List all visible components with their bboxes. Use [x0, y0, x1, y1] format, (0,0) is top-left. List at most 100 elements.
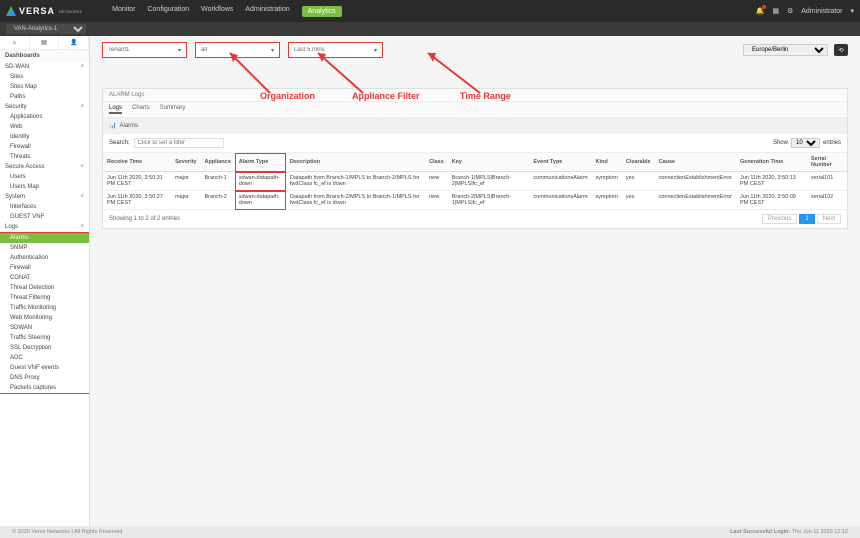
sidebar-item-dns-proxy[interactable]: DNS Proxy	[0, 373, 89, 383]
sidebar-item-snmp[interactable]: SNMP	[0, 243, 89, 253]
user-icon[interactable]: 👤	[59, 36, 89, 49]
search-row: Search: Show 10 entries	[103, 133, 847, 153]
timerange-dropdown-icon[interactable]: ▾	[371, 47, 380, 54]
topnav-workflows[interactable]: Workflows	[201, 6, 233, 17]
cell: Datapath from Branch-2/MPLS to Branch-1/…	[286, 191, 425, 210]
home-icon[interactable]: ⌂	[0, 36, 30, 49]
sidebar-item-web[interactable]: Web	[0, 122, 89, 132]
logs-label: Logs	[5, 224, 18, 230]
cell: major	[171, 172, 200, 191]
cell: communicationsAlarm	[529, 191, 591, 210]
sidebar-item-identity[interactable]: Identity	[0, 132, 89, 142]
sidebar-item-threat-filtering[interactable]: Threat Filtering	[0, 293, 89, 303]
topnav-monitor[interactable]: Monitor	[112, 6, 135, 17]
grid-icon[interactable]: ▦	[772, 7, 779, 15]
timezone-select[interactable]: Europe/Berlin	[743, 44, 828, 56]
col-receive-time[interactable]: Receive Time	[103, 153, 171, 172]
cell: new	[425, 172, 448, 191]
pager-next[interactable]: Next	[817, 214, 841, 224]
sidebar-item-alarms[interactable]: Alarms	[0, 233, 89, 243]
sidebar-item-firewall[interactable]: Firewall	[0, 263, 89, 273]
dashboards-title: Dashboards	[0, 50, 89, 62]
sidebar-item-packets-captures[interactable]: Packets captures	[0, 383, 89, 393]
user-chevron-icon[interactable]: ▾	[850, 7, 854, 15]
refresh-button[interactable]: ⟲	[834, 44, 848, 56]
cell: communicationsAlarm	[529, 172, 591, 191]
sidebar-group-sd-wan[interactable]: SD-WAN˅	[0, 62, 89, 72]
col-event-type[interactable]: Event Type	[529, 153, 591, 172]
sidebar-item-threats[interactable]: Threats	[0, 152, 89, 162]
sidebar-item-threat-detection[interactable]: Threat Detection	[0, 283, 89, 293]
sidebar-item-sites[interactable]: Sites	[0, 72, 89, 82]
user-label[interactable]: Administrator	[801, 8, 842, 15]
pager-page[interactable]: 1	[799, 214, 814, 224]
col-class[interactable]: Class	[425, 153, 448, 172]
tab-summary[interactable]: Summary	[160, 105, 186, 114]
topnav-configuration[interactable]: Configuration	[147, 6, 189, 17]
tenant-select[interactable]: VAN-Analytics-1	[6, 24, 86, 34]
org-filter[interactable]: ▾	[102, 42, 187, 58]
sidebar-item-sdwan[interactable]: SDWAN	[0, 323, 89, 333]
sidebar-item-users[interactable]: Users	[0, 172, 89, 182]
col-cause[interactable]: Cause	[655, 153, 736, 172]
sidebar-item-web-monitoring[interactable]: Web Monitoring	[0, 313, 89, 323]
cell: Jun 11th 2020, 3:50:27 PM CEST	[103, 191, 171, 210]
sidebar-item-interfaces[interactable]: Interfaces	[0, 202, 89, 212]
table-row[interactable]: Jun 11th 2020, 3:50:27 PM CESTmajorBranc…	[103, 191, 847, 210]
sidebar-icon-row: ⌂ ▤ 👤	[0, 36, 89, 50]
col-kind[interactable]: Kind	[592, 153, 622, 172]
sidebar-item-firewall[interactable]: Firewall	[0, 142, 89, 152]
panel-subtitle: 📊 Alarms	[103, 118, 847, 133]
gear-icon[interactable]: ⚙	[787, 7, 793, 15]
main: ▾ ▾ ▾ Europe/Berlin ⟲	[90, 36, 860, 526]
tab-logs[interactable]: Logs	[109, 105, 122, 114]
cell: major	[171, 191, 200, 210]
sidebar-item-traffic-monitoring[interactable]: Traffic Monitoring	[0, 303, 89, 313]
sidebar-item-traffic-steering[interactable]: Traffic Steering	[0, 333, 89, 343]
panel-tabs: Logs Charts Summary	[103, 102, 847, 118]
col-serial-number[interactable]: Serial Number	[807, 153, 847, 172]
chevron-down-icon: ˅	[80, 64, 84, 70]
org-dropdown-icon[interactable]: ▾	[175, 47, 184, 54]
topnav-administration[interactable]: Administration	[245, 6, 289, 17]
sidebar-group-security[interactable]: Security˅	[0, 102, 89, 112]
cell: yes	[622, 172, 655, 191]
cell: new	[425, 191, 448, 210]
sidebar-item-sites-map[interactable]: Sites Map	[0, 82, 89, 92]
sidebar-item-cgnat[interactable]: CGNAT	[0, 273, 89, 283]
col-appliance[interactable]: Appliance	[200, 153, 234, 172]
last-login-label: Last Successful Login:	[730, 529, 790, 535]
table-row[interactable]: Jun 11th 2020, 3:50:31 PM CESTmajorBranc…	[103, 172, 847, 191]
search-input[interactable]	[134, 138, 224, 148]
sidebar-item-guest-vnf[interactable]: GUEST VNF	[0, 212, 89, 222]
sidebar-item-applications[interactable]: Applications	[0, 112, 89, 122]
sidebar-item-guest-vnf-events[interactable]: Guest VNF events	[0, 363, 89, 373]
topnav-analytics[interactable]: Analytics	[302, 6, 342, 17]
cell: Branch-1|MPLS|Branch-2|MPLS|fc_ef	[448, 172, 530, 191]
sidebar-group-logs[interactable]: Logs ˅	[0, 222, 89, 233]
pager-prev[interactable]: Previous	[762, 214, 797, 224]
chevron-down-icon: ˅	[80, 104, 84, 110]
topbar: VERSA NETWORKS MonitorConfigurationWorkf…	[0, 0, 860, 22]
col-severity[interactable]: Severity	[171, 153, 200, 172]
sidebar-item-adc[interactable]: ADC	[0, 353, 89, 363]
sidebar-group-system[interactable]: System˅	[0, 192, 89, 202]
sidebar-item-authentication[interactable]: Authentication	[0, 253, 89, 263]
col-generation-time[interactable]: Generation Time	[736, 153, 807, 172]
alarms-table: Receive TimeSeverityApplianceAlarm TypeD…	[103, 153, 847, 210]
footer-count: Showing 1 to 2 of 2 entries	[109, 216, 180, 222]
org-input[interactable]	[105, 45, 175, 55]
col-alarm-type[interactable]: Alarm Type	[235, 153, 286, 172]
tab-charts[interactable]: Charts	[132, 105, 150, 114]
col-clearable[interactable]: Clearable	[622, 153, 655, 172]
bell-icon[interactable]: 🔔	[756, 7, 765, 15]
cell: serial101	[807, 172, 847, 191]
sidebar-item-paths[interactable]: Paths	[0, 92, 89, 102]
sidebar-group-secure-access[interactable]: Secure Access˅	[0, 162, 89, 172]
show-select[interactable]: 10	[791, 138, 820, 148]
chart-icon[interactable]: ▤	[30, 36, 60, 49]
sidebar-item-users-map[interactable]: Users Map	[0, 182, 89, 192]
col-description[interactable]: Description	[286, 153, 425, 172]
col-key[interactable]: Key	[448, 153, 530, 172]
sidebar-item-ssl-decryption[interactable]: SSL Decryption	[0, 343, 89, 353]
